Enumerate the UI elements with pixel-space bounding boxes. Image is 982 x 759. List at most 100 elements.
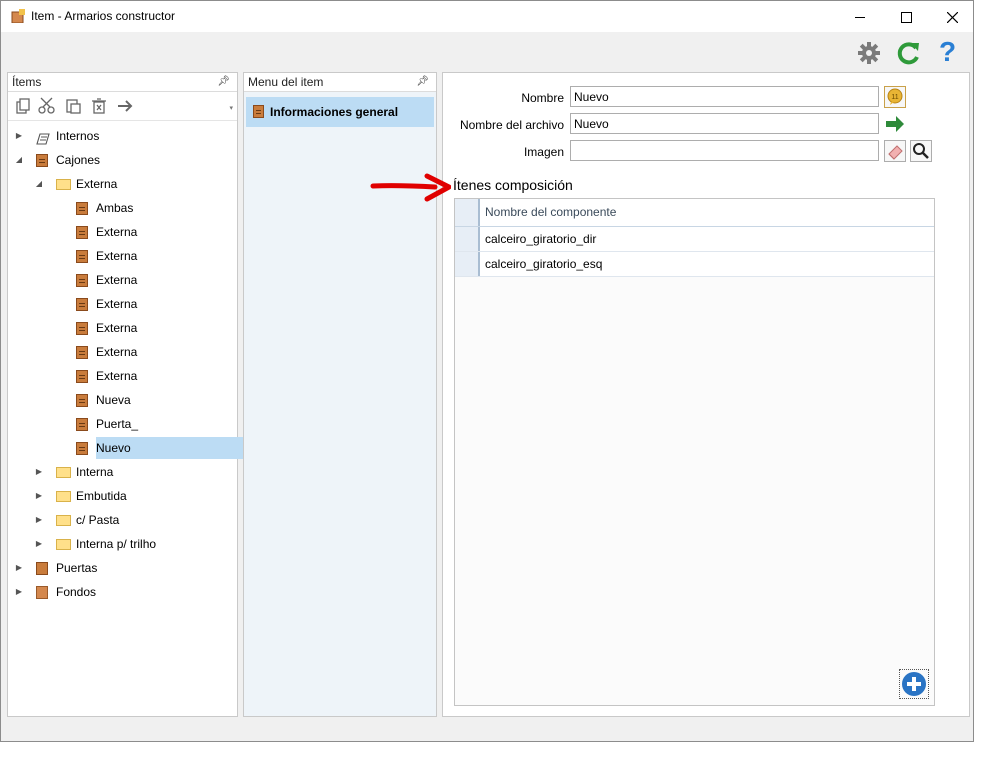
grid-header-row: Nombre del componente	[455, 199, 934, 227]
tree-item[interactable]: Externa	[8, 317, 235, 339]
expand-icon[interactable]: ▶	[34, 509, 44, 531]
svg-text:11: 11	[891, 94, 898, 101]
collapse-icon[interactable]: ◢	[14, 149, 24, 171]
drawer-icon	[76, 418, 88, 431]
door-icon	[36, 562, 48, 575]
tree-item-label: Externa	[96, 369, 138, 383]
items-panel-header: Ítems 📌︎	[8, 73, 237, 92]
pin-icon[interactable]: 📌︎	[416, 73, 429, 91]
component-name-cell[interactable]: calceiro_giratorio_dir	[485, 227, 596, 251]
annotation-arrow-icon	[370, 173, 451, 202]
menu-item-label: Informaciones general	[270, 105, 399, 119]
arrow-right-icon	[886, 116, 904, 132]
composition-grid: Nombre del componente calceiro_giratorio…	[454, 198, 935, 706]
drawer-icon	[36, 154, 48, 167]
erase-button[interactable]	[884, 140, 906, 162]
column-header-nombre[interactable]: Nombre del componente	[485, 199, 616, 226]
tree-item[interactable]: Nuevo	[8, 437, 262, 459]
drawer-icon	[76, 394, 88, 407]
table-row[interactable]: calceiro_giratorio_esq	[455, 252, 934, 277]
drawer-icon	[76, 226, 88, 239]
imagen-input[interactable]	[570, 140, 879, 161]
eraser-icon	[888, 145, 903, 160]
drawer-icon	[76, 202, 88, 215]
toolbar-overflow-icon[interactable]: ▾	[229, 104, 233, 112]
minimize-button[interactable]	[837, 1, 883, 32]
copy-icon[interactable]	[14, 97, 32, 115]
items-panel: Ítems 📌︎ ▾ ▶ Internos ◢ Cajones ◢ Externa Amba…	[7, 72, 262, 717]
drawer-icon	[76, 346, 88, 359]
minimize-icon	[855, 16, 865, 18]
move-icon[interactable]	[116, 97, 134, 115]
tree-item[interactable]: ◢ Cajones	[8, 149, 235, 171]
tree-item[interactable]: ▶ Embutida	[8, 485, 235, 507]
tree-item[interactable]: ▶ Interna p/ trilho	[8, 533, 235, 555]
tree-item[interactable]: ▶ Fondos	[8, 581, 235, 603]
tree-item[interactable]: Externa	[8, 245, 235, 267]
go-button[interactable]	[884, 113, 906, 135]
expand-icon[interactable]: ▶	[34, 533, 44, 555]
tree-item-label: Internos	[56, 129, 100, 143]
tree-item[interactable]: Nueva	[8, 389, 235, 411]
speech-bubble-icon: 11	[887, 88, 903, 105]
nombre-label: Nombre	[521, 91, 564, 105]
tree-item[interactable]: ▶ c/ Pasta	[8, 509, 235, 531]
close-icon	[946, 11, 958, 24]
app-window: Item - Armarios constructor ? Ítems 📌︎ ▾…	[0, 0, 974, 742]
tree-item[interactable]: ▶ Internos	[8, 125, 235, 147]
gear-icon[interactable]	[857, 41, 881, 65]
tree-item-label: Externa	[96, 249, 138, 263]
help-button[interactable]: ?	[939, 36, 956, 68]
drawer-icon	[76, 322, 88, 335]
tree-item[interactable]: Puerta_	[8, 413, 235, 435]
drawer-icon	[76, 274, 88, 287]
expand-icon[interactable]: ▶	[34, 461, 44, 483]
tree-item[interactable]: Externa	[8, 293, 235, 315]
drawer-icon	[76, 298, 88, 311]
component-name-cell[interactable]: calceiro_giratorio_esq	[485, 252, 602, 276]
table-row[interactable]: calceiro_giratorio_dir	[455, 227, 934, 252]
close-button[interactable]	[929, 1, 975, 32]
add-component-button[interactable]	[899, 669, 929, 699]
tree-item-label: Interna p/ trilho	[76, 537, 157, 551]
row-header[interactable]	[455, 227, 480, 251]
delete-icon[interactable]	[90, 97, 108, 115]
tree-item[interactable]: Ambas	[8, 197, 235, 219]
expand-icon[interactable]: ▶	[14, 581, 24, 603]
tree-item-label: Nueva	[96, 393, 131, 407]
expand-icon[interactable]: ▶	[34, 485, 44, 507]
tree-item[interactable]: Externa	[8, 365, 235, 387]
tree-item[interactable]: Externa	[8, 221, 235, 243]
menu-item-informaciones-general[interactable]: Informaciones general	[246, 97, 434, 127]
tree-item-label: Ambas	[96, 201, 134, 215]
refresh-icon[interactable]	[896, 40, 922, 66]
maximize-button[interactable]	[883, 1, 929, 32]
maximize-icon	[900, 11, 912, 23]
paste-icon[interactable]	[64, 97, 82, 115]
tree-item[interactable]: ▶ Interna	[8, 461, 235, 483]
folder-icon	[56, 467, 71, 478]
nombre-input[interactable]	[570, 86, 879, 107]
tree-item[interactable]: Externa	[8, 269, 235, 291]
cut-icon[interactable]	[38, 97, 56, 115]
tree-item[interactable]: Externa	[8, 341, 235, 363]
tree-item-label: Externa	[96, 273, 138, 287]
panel-icon	[36, 586, 48, 599]
title-bar: Item - Armarios constructor	[1, 1, 973, 32]
menu-panel: Menu del item 📌︎ Informaciones general	[243, 72, 437, 717]
expand-icon[interactable]: ▶	[14, 125, 24, 147]
collapse-icon[interactable]: ◢	[34, 173, 44, 195]
row-header[interactable]	[455, 252, 480, 276]
archivo-input[interactable]	[570, 113, 879, 134]
tree-item-label: Interna	[76, 465, 114, 479]
translate-button[interactable]: 11	[884, 86, 906, 108]
pin-icon[interactable]: 📌︎	[217, 73, 230, 91]
tree-item[interactable]: ▶ Puertas	[8, 557, 235, 579]
tree-item-label: Puertas	[56, 561, 98, 575]
archivo-label: Nombre del archivo	[459, 118, 564, 132]
folder-icon	[56, 515, 71, 526]
tree-item-label: Externa	[96, 321, 138, 335]
tree-item[interactable]: ◢ Externa	[8, 173, 235, 195]
search-button[interactable]	[910, 140, 932, 162]
expand-icon[interactable]: ▶	[14, 557, 24, 579]
